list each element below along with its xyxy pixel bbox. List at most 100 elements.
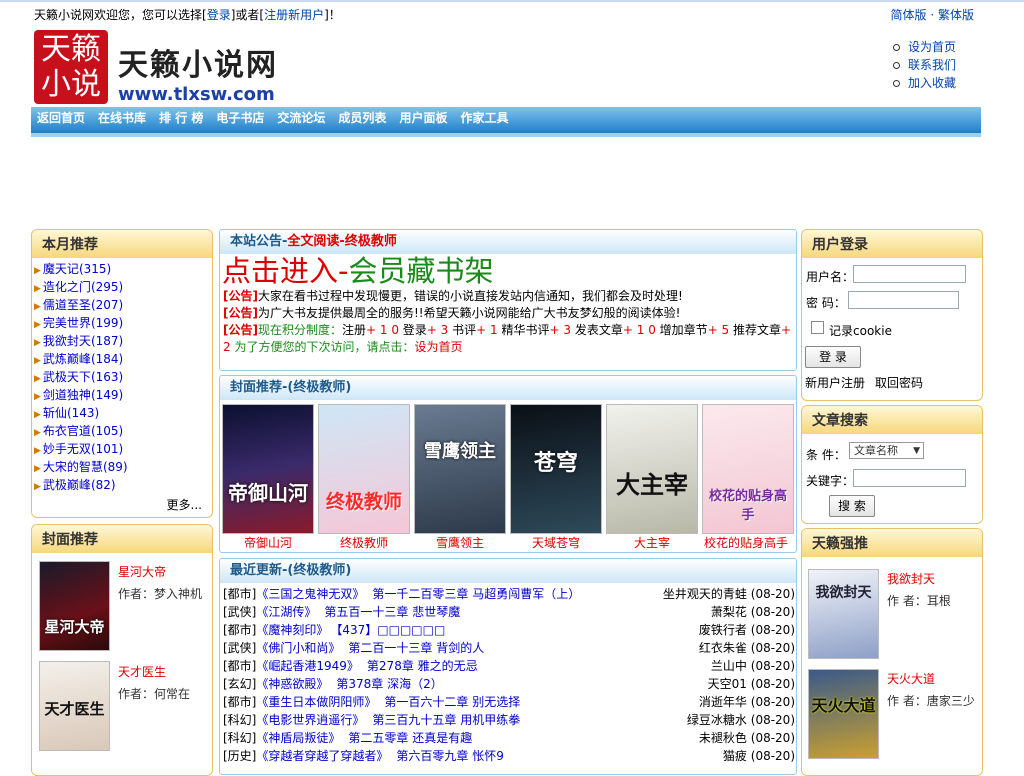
- bookshelf-banner[interactable]: 点击进入-会员藏书架: [220, 254, 796, 288]
- register-link[interactable]: 注册新用户: [264, 8, 324, 22]
- recover-password-link[interactable]: 取回密码: [875, 374, 923, 391]
- nav-members[interactable]: 成员列表: [332, 107, 392, 129]
- book-title[interactable]: 终极教师: [318, 534, 410, 551]
- nav-ranking[interactable]: 排 行 榜: [153, 107, 209, 129]
- bookmark-link[interactable]: 加入收藏: [893, 74, 956, 92]
- list-item[interactable]: ▶ 武炼巅峰(184): [34, 350, 212, 368]
- arrow-icon: ▶: [34, 356, 41, 366]
- register-user-link[interactable]: 新用户注册: [805, 374, 865, 391]
- more-link[interactable]: 更多...: [167, 496, 202, 513]
- table-row[interactable]: [都市]《崛起香港1949》 第278章 雅之的无忌 兰山中 (08-20): [223, 657, 795, 675]
- book-title[interactable]: 雪鹰领主: [414, 534, 506, 551]
- table-row[interactable]: [科幻]《神盾局叛徒》 第二五零章 还真是有趣 未褪秋色 (08-20): [223, 729, 795, 747]
- search-button[interactable]: 搜 索: [829, 495, 875, 517]
- book-cover[interactable]: 帝御山河: [222, 404, 314, 534]
- login-link[interactable]: 登录: [207, 8, 231, 22]
- arrow-icon: ▶: [34, 338, 41, 348]
- notice-panel: 本站公告-全文阅读-终极教师 点击进入-会员藏书架 [公告]大家在看书过程中发现…: [219, 229, 797, 371]
- book-title[interactable]: 大主宰: [606, 534, 698, 551]
- arrow-icon: ▶: [34, 392, 41, 402]
- book-title[interactable]: 天才医生: [118, 663, 166, 680]
- set-homepage-link[interactable]: 设为首页: [893, 38, 956, 56]
- list-item[interactable]: ▶ 剑道独神(149): [34, 386, 212, 404]
- logo-glyph-2: 小说: [41, 67, 101, 102]
- table-row[interactable]: [科幻]《电影世界逍遥行》 第三百九十五章 用机甲练拳 绿豆冰糖水 (08-20): [223, 711, 795, 729]
- cover-text: 星河大帝: [44, 618, 105, 636]
- main-nav: 返回首页 在线书库 排 行 榜 电子书店 交流论坛 成员列表 用户面板 作家工具: [31, 107, 981, 137]
- table-row[interactable]: [玄幻]《神惑欲殿》 第378章 深海（2） 天空01 (08-20): [223, 675, 795, 693]
- list-item[interactable]: ▶ 完美世界(199): [34, 314, 212, 332]
- book-title[interactable]: 天域苍穹: [510, 534, 602, 551]
- notice-line-3: [公告]现在积分制度：注册+ 1 0 登录+ 3 书评+ 1 精华书评+ 3 发…: [223, 323, 792, 354]
- list-item[interactable]: ▶ 儒道至圣(207): [34, 296, 212, 314]
- password-label: 密 码：: [806, 296, 846, 310]
- login-panel: 用户登录 用户名： 密 码： 记录cookie 登 录 新用户注册 取回密码: [801, 229, 983, 401]
- language-switch: 简体版 · 繁体版: [891, 6, 974, 23]
- book-title[interactable]: 星河大帝: [118, 563, 166, 580]
- password-input[interactable]: [848, 291, 959, 309]
- book-cover[interactable]: 雪鹰领主: [414, 404, 506, 534]
- nav-user-panel[interactable]: 用户面板: [393, 107, 453, 129]
- book-title[interactable]: 帝御山河: [222, 534, 314, 551]
- book-cover[interactable]: 校花的贴身高手: [702, 404, 794, 534]
- nav-forum[interactable]: 交流论坛: [271, 107, 331, 129]
- login-button[interactable]: 登 录: [805, 346, 861, 368]
- book-title[interactable]: 校花的贴身高手: [694, 534, 796, 551]
- book-cover[interactable]: 苍穹: [510, 404, 602, 534]
- nav-home[interactable]: 返回首页: [31, 107, 91, 129]
- list-item[interactable]: ▶ 布衣官道(105): [34, 422, 212, 440]
- chevron-down-icon: ▼: [913, 446, 920, 456]
- list-item[interactable]: ▶ 大宋的智慧(89): [34, 458, 212, 476]
- nav-library[interactable]: 在线书库: [92, 107, 152, 129]
- traditional-link[interactable]: 繁体版: [938, 8, 974, 22]
- table-row[interactable]: [都市]《重生日本做阴阳师》 第一百六十二章 别无选择 消逝年华 (08-20): [223, 693, 795, 711]
- nav-ebook-store[interactable]: 电子书店: [210, 107, 270, 129]
- book-cover[interactable]: 大主宰: [606, 404, 698, 534]
- table-row[interactable]: [都市]《魔神刻印》 【437】□□□□□□ 废铁行者 (08-20): [223, 621, 795, 639]
- simplified-link[interactable]: 简体版: [891, 8, 927, 22]
- site-url: www.tlxsw.com: [118, 84, 275, 105]
- nav-author-tools[interactable]: 作家工具: [454, 107, 514, 129]
- site-logo-icon[interactable]: 天籁 小说: [34, 30, 108, 104]
- monthly-recommend-title: 本月推荐: [32, 230, 212, 258]
- list-item[interactable]: ▶ 我欲封天(187): [34, 332, 212, 350]
- cover-title-row: 帝御山河 终极教师 雪鹰领主 天域苍穹 大主宰 校花的贴身高手: [220, 534, 796, 550]
- arrow-icon: ▶: [34, 320, 41, 330]
- book-cover[interactable]: 天才医生: [39, 661, 110, 751]
- book-cover[interactable]: 天火大道: [808, 669, 879, 759]
- bullet-icon: [893, 44, 900, 51]
- table-row[interactable]: [武侠]《江湖传》 第五百一十三章 悲世琴魔 萧梨花 (08-20): [223, 603, 795, 621]
- book-author: 作 者：唐家三少: [887, 694, 975, 708]
- contact-link[interactable]: 联系我们: [893, 56, 956, 74]
- table-row[interactable]: [武侠]《佛门小和尚》 第二百一十三章 背剑的人 红衣朱雀 (08-20): [223, 639, 795, 657]
- arrow-icon: ▶: [34, 302, 41, 312]
- list-item[interactable]: ▶ 造化之门(295): [34, 278, 212, 296]
- left-cover-title: 封面推荐: [32, 525, 212, 553]
- condition-select[interactable]: 文章名称 ▼: [849, 442, 924, 459]
- keyword-label: 关键字：: [806, 474, 855, 488]
- book-title[interactable]: 我欲封天: [887, 570, 935, 587]
- welcome-text: 天籁小说网欢迎您，您可以选择[登录]或者[注册新用户]！: [34, 6, 341, 23]
- username-input[interactable]: [853, 265, 966, 283]
- list-item[interactable]: ▶ 魔天记(315): [34, 260, 212, 278]
- list-item[interactable]: ▶ 妙手无双(101): [34, 440, 212, 458]
- remember-label: 记录cookie: [829, 324, 892, 338]
- book-cover[interactable]: 终极教师: [318, 404, 410, 534]
- table-row[interactable]: [历史]《穿越者穿越了穿越者》 第六百零九章 怅怀9 猫疲 (08-20): [223, 747, 795, 765]
- list-item[interactable]: ▶ 武极天下(163): [34, 368, 212, 386]
- keyword-input[interactable]: [853, 469, 966, 487]
- search-panel: 文章搜索 条 件： 文章名称 ▼ 关键字： 搜 索: [801, 405, 983, 524]
- cover-recommend-title: 封面推荐-(终极教师): [220, 376, 796, 400]
- set-homepage-inline-link[interactable]: 设为首页: [414, 340, 462, 354]
- book-title[interactable]: 天火大道: [887, 670, 935, 687]
- read-all-link[interactable]: 全文阅读: [287, 234, 339, 249]
- list-item[interactable]: ▶ 斩仙(143): [34, 404, 212, 422]
- arrow-icon: ▶: [34, 446, 41, 456]
- list-item[interactable]: ▶ 武极巅峰(82): [34, 476, 212, 494]
- book-cover[interactable]: 我欲封天: [808, 569, 879, 659]
- book-cover[interactable]: 星河大帝: [39, 561, 110, 651]
- table-row[interactable]: [都市]《三国之鬼神无双》 第一千二百零三章 马超勇闯曹军（上） 坐井观天的青蛙 (…: [223, 585, 795, 603]
- remember-checkbox[interactable]: [811, 321, 824, 334]
- strong-recommend-title: 天籁强推: [802, 529, 982, 557]
- notice-line-2: [公告]为广大书友提供最周全的服务!!希望天籁小说网能给广大书友梦幻般的阅读体验…: [223, 306, 681, 320]
